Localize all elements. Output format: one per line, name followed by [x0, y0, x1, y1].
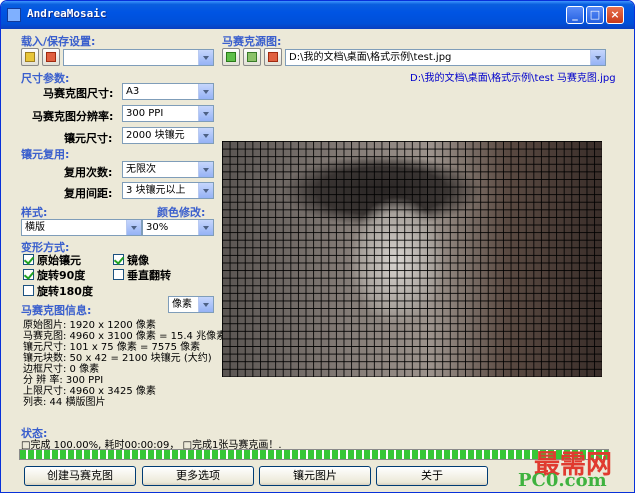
image-icon: [247, 52, 257, 62]
style-select[interactable]: 横版: [21, 219, 142, 236]
size-params-label: 尺寸参数:: [21, 72, 70, 85]
minimize-button[interactable]: _: [566, 6, 584, 24]
info-line: 列表: 44 横版图片: [23, 397, 106, 408]
chevron-down-icon[interactable]: [198, 220, 213, 235]
close-button[interactable]: ×: [606, 6, 624, 24]
site-watermark: 最需网 PC0.com: [518, 450, 613, 491]
check-icon[interactable]: [113, 254, 124, 265]
style-label: 样式:: [21, 206, 48, 219]
check-icon[interactable]: [23, 254, 34, 265]
maximize-button[interactable]: □: [586, 6, 604, 24]
unit-select[interactable]: 像素: [168, 296, 214, 313]
load-save-label: 载入/保存设置:: [21, 35, 96, 48]
delete-icon: [268, 52, 278, 62]
rotate180-checkbox[interactable]: 旋转180度: [23, 283, 93, 299]
source-path-combo[interactable]: D:\我的文档\桌面\格式示例\test.jpg: [285, 49, 606, 66]
chevron-down-icon[interactable]: [126, 220, 141, 235]
rotate90-checkbox[interactable]: 旋转90度: [23, 267, 85, 283]
window-title: AndreaMosaic: [27, 7, 107, 20]
title-bar[interactable]: AndreaMosaic _ □ ×: [1, 1, 634, 29]
chevron-down-icon[interactable]: [198, 84, 213, 99]
app-window: AndreaMosaic _ □ × 载入/保存设置: 马赛克源图: D:\我的…: [0, 0, 635, 493]
chevron-down-icon[interactable]: [198, 297, 213, 312]
original-tile-checkbox[interactable]: 原始镶元: [23, 252, 81, 268]
more-options-button[interactable]: 更多选项: [142, 466, 254, 486]
add-image-icon: [226, 52, 236, 62]
reuse-count-select[interactable]: 无限次: [122, 161, 214, 178]
reuse-label: 镶元复用:: [21, 148, 70, 161]
load-settings-button[interactable]: [21, 48, 39, 66]
chevron-down-icon[interactable]: [590, 50, 605, 65]
output-path: D:\我的文档\桌面\格式示例\test 马赛克图.jpg: [410, 73, 616, 84]
app-icon: [7, 8, 21, 22]
create-mosaic-button[interactable]: 创建马赛克图: [24, 466, 136, 486]
vflip-checkbox[interactable]: 垂直翻转: [113, 267, 171, 283]
chevron-down-icon[interactable]: [198, 128, 213, 143]
tile-images-button[interactable]: 镶元图片: [259, 466, 371, 486]
mosaic-size-label: 马赛克图尺寸:: [43, 87, 114, 100]
settings-combo[interactable]: [63, 49, 214, 66]
color-modify-select[interactable]: 30%: [142, 219, 214, 236]
mirror-checkbox[interactable]: 镜像: [113, 252, 149, 268]
resolution-select[interactable]: 300 PPI: [122, 105, 214, 122]
chevron-down-icon[interactable]: [198, 183, 213, 198]
delete-settings-button[interactable]: [42, 48, 60, 66]
remove-source-button[interactable]: [264, 48, 282, 66]
color-modify-label: 颜色修改:: [157, 206, 206, 219]
mosaic-size-select[interactable]: A3: [122, 83, 214, 100]
folder-icon: [25, 52, 35, 62]
reuse-distance-label: 复用间距:: [64, 187, 113, 200]
delete-icon: [46, 52, 56, 62]
tile-size-label: 镶元尺寸:: [64, 132, 113, 145]
tile-size-select[interactable]: 2000 块镶元: [122, 127, 214, 144]
mosaic-preview[interactable]: [222, 141, 602, 377]
reuse-distance-select[interactable]: 3 块镶元以上: [122, 182, 214, 199]
about-button[interactable]: 关于: [376, 466, 488, 486]
chevron-down-icon[interactable]: [198, 106, 213, 121]
reuse-count-label: 复用次数:: [64, 166, 113, 179]
chevron-down-icon[interactable]: [198, 50, 213, 65]
source-label: 马赛克源图:: [222, 35, 282, 48]
tile-grid: [222, 141, 602, 377]
check-icon[interactable]: [23, 269, 34, 280]
main-panel: 载入/保存设置: 马赛克源图: D:\我的文档\桌面\格式示例\test.jpg…: [5, 29, 630, 491]
resolution-label: 马赛克图分辨率:: [32, 110, 114, 123]
chevron-down-icon[interactable]: [198, 162, 213, 177]
add-source-button[interactable]: [222, 48, 240, 66]
open-source-button[interactable]: [243, 48, 261, 66]
